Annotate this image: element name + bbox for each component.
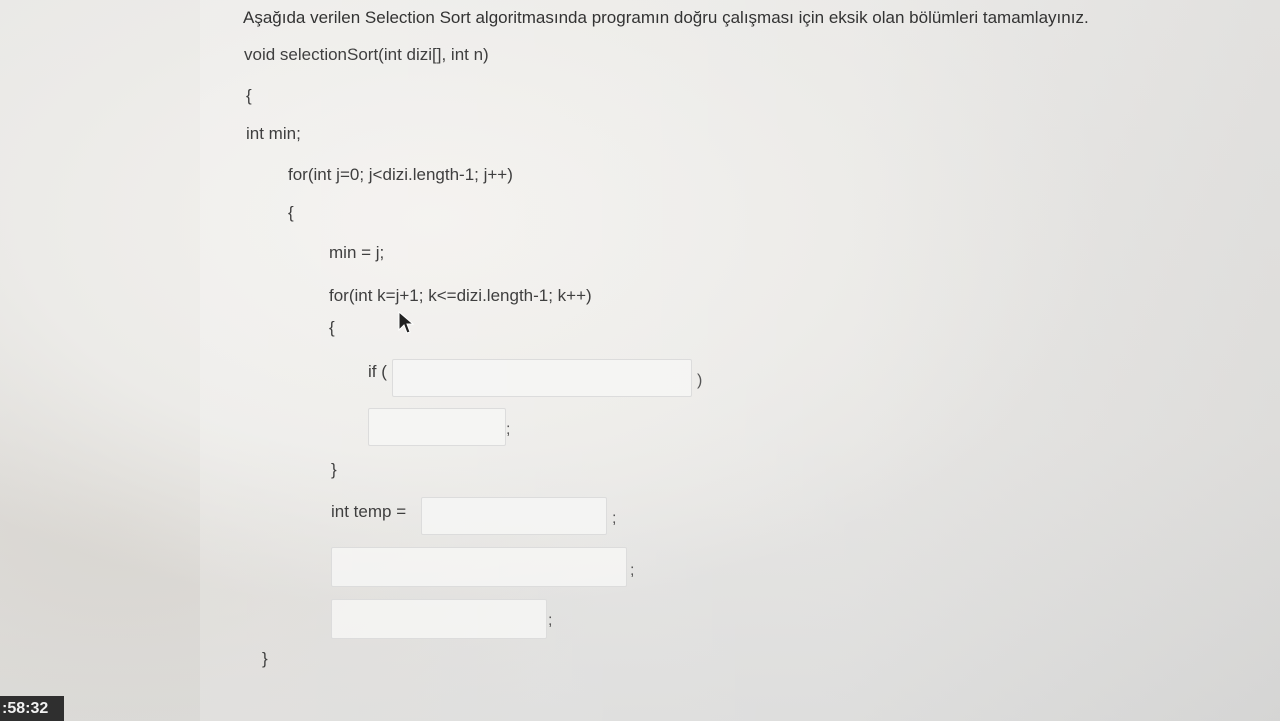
code-signature: void selectionSort(int dizi[], int n) — [244, 45, 489, 64]
temp-value-input[interactable] — [421, 497, 607, 535]
code-outer-for: for(int j=0; j<dizi.length-1; j++) — [288, 165, 513, 184]
exam-timer: :58:32 — [0, 696, 64, 721]
code-if-suffix: ) — [697, 372, 703, 389]
code-inner-for: for(int k=j+1; k<=dizi.length-1; k++) — [329, 286, 592, 305]
mouse-pointer-icon — [398, 311, 415, 334]
code-decl-min: int min; — [246, 124, 301, 143]
code-semicolon-3: ; — [630, 562, 635, 579]
code-close-brace-inner: } — [331, 460, 337, 479]
code-assign-min: min = j; — [329, 243, 385, 262]
code-semicolon-2: ; — [612, 510, 617, 527]
code-open-brace-method: { — [246, 86, 252, 105]
code-close-brace-method: } — [262, 649, 268, 668]
swap-line-2-input[interactable] — [331, 599, 547, 639]
code-temp-prefix: int temp = — [331, 502, 407, 521]
code-open-brace-outer: { — [288, 203, 294, 222]
swap-line-1-input[interactable] — [331, 547, 627, 587]
question-text: Aşağıda verilen Selection Sort algoritma… — [243, 8, 1089, 27]
if-condition-input[interactable] — [392, 359, 692, 397]
code-semicolon-1: ; — [506, 421, 511, 438]
code-open-brace-inner: { — [329, 318, 335, 337]
code-semicolon-4: ; — [548, 612, 553, 629]
min-assignment-input[interactable] — [368, 408, 506, 446]
code-if-prefix: if ( — [368, 362, 387, 381]
